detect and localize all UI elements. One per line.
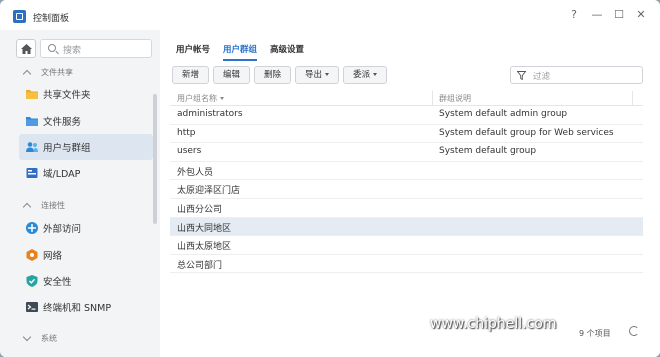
chevron-down-icon	[22, 332, 32, 342]
table-row[interactable]: administrators System default admin group	[170, 106, 643, 125]
sidebar-search-input[interactable]: 搜索	[40, 39, 152, 58]
domain-ldap-icon	[25, 166, 39, 180]
column-divider[interactable]	[632, 91, 633, 106]
chevron-up-icon	[22, 202, 32, 212]
chevron-up-icon	[22, 69, 32, 79]
column-divider[interactable]	[432, 91, 433, 106]
control-panel-app-icon	[13, 10, 26, 23]
group-name-cell: 山西太原地区	[177, 242, 232, 253]
file-services-icon	[25, 114, 39, 128]
export-button[interactable]: 导出	[295, 66, 340, 84]
group-name-cell: administrators	[177, 109, 243, 119]
caret-down-icon	[373, 73, 378, 76]
sidebar-item-label: 共享文件夹	[43, 90, 91, 101]
edit-button[interactable]: 编辑	[213, 66, 251, 84]
shared-folder-icon	[25, 87, 39, 101]
sidebar-item-network[interactable]: 网络	[19, 242, 153, 268]
table-row[interactable]: 山西分公司	[170, 199, 643, 218]
sidebar-item-label: 网络	[43, 251, 63, 262]
toolbar: 新增 编辑 删除 导出 委派	[172, 66, 391, 84]
sidebar-item-security[interactable]: 安全性	[19, 268, 153, 294]
delegate-button[interactable]: 委派	[343, 66, 388, 84]
table-row[interactable]: 外包人员	[170, 162, 643, 181]
terminal-icon	[25, 300, 39, 314]
maximize-button[interactable]: ☐	[612, 8, 626, 22]
export-label: 导出	[305, 70, 323, 80]
sidebar-item-shared-folder[interactable]: 共享文件夹	[19, 81, 153, 107]
group-name-cell: 总公司部门	[177, 260, 223, 271]
section-label: 文件共享	[41, 68, 73, 77]
search-icon	[48, 44, 56, 52]
sort-caret-icon	[220, 97, 224, 100]
delegate-label: 委派	[353, 70, 371, 80]
title-bar: 控制面板 ? — ☐ ✕	[0, 0, 660, 30]
sidebar-item-label: 用户与群组	[43, 143, 91, 154]
users-groups-icon	[25, 140, 39, 154]
create-button[interactable]: 新增	[172, 66, 210, 84]
item-count: 9 个项目	[579, 329, 611, 338]
group-description-cell: System default group for Web services	[439, 127, 614, 138]
security-shield-icon	[25, 274, 39, 288]
group-name-cell: 外包人员	[177, 167, 214, 178]
sidebar-item-label: 安全性	[43, 277, 72, 288]
tab-user-groups[interactable]: 用户群组	[223, 43, 258, 61]
network-icon	[25, 248, 39, 262]
sidebar-scrollbar[interactable]	[153, 94, 157, 224]
group-name-cell: http	[177, 127, 196, 138]
watermark-text: www.chiphell.com	[430, 316, 557, 332]
sidebar-item-label: 文件服务	[43, 117, 82, 128]
filter-placeholder: 过滤	[533, 72, 551, 82]
group-name-cell: users	[177, 146, 202, 157]
group-description-cell: System default group	[439, 146, 537, 157]
sidebar-item-label: 终端机和 SNMP	[43, 303, 112, 314]
close-button[interactable]: ✕	[634, 8, 648, 22]
section-label: 系统	[41, 334, 57, 343]
sidebar-item-file-services[interactable]: 文件服务	[19, 108, 153, 134]
table-row[interactable]: 太原迎泽区门店	[170, 180, 643, 199]
external-access-icon	[25, 221, 39, 235]
column-header-group-name[interactable]: 用户组名称	[177, 93, 224, 104]
section-system[interactable]: 系统	[22, 332, 57, 344]
caret-down-icon	[325, 73, 330, 76]
window-title: 控制面板	[33, 14, 70, 24]
help-button[interactable]: ?	[567, 8, 581, 22]
group-name-cell: 太原迎泽区门店	[177, 186, 241, 197]
home-button[interactable]	[16, 39, 36, 58]
tab-advanced-settings[interactable]: 高级设置	[270, 43, 304, 55]
sidebar-item-users-groups[interactable]: 用户与群组	[19, 134, 153, 160]
delete-button[interactable]: 删除	[254, 66, 292, 84]
group-name-cell: 山西分公司	[177, 204, 223, 215]
table-row[interactable]: users System default group	[170, 143, 643, 162]
table-row[interactable]: http System default group for Web service…	[170, 125, 643, 144]
column-label: 用户组名称	[177, 94, 217, 103]
column-header-description[interactable]: 群组说明	[439, 93, 471, 104]
sidebar-item-external-access[interactable]: 外部访问	[19, 215, 153, 241]
sidebar-item-label: 域/LDAP	[43, 169, 81, 180]
sidebar-item-terminal-snmp[interactable]: 终端机和 SNMP	[19, 294, 153, 320]
control-panel-window: 控制面板 ? — ☐ ✕ 搜索 文件共享 共享文件夹 文件服务 用户与群组 域/…	[0, 0, 660, 357]
group-name-cell: 山西大同地区	[177, 223, 232, 234]
home-icon	[20, 43, 32, 54]
table-header: 用户组名称 群组说明	[170, 91, 643, 106]
section-connectivity[interactable]: 连接性	[22, 200, 65, 212]
filter-funnel-icon	[517, 71, 526, 80]
section-file-sharing[interactable]: 文件共享	[22, 67, 73, 79]
sidebar-item-domain-ldap[interactable]: 域/LDAP	[19, 160, 153, 186]
tab-user-accounts[interactable]: 用户帐号	[176, 43, 210, 55]
filter-input[interactable]: 过滤	[510, 66, 643, 84]
minimize-button[interactable]: —	[590, 8, 604, 22]
sidebar: 搜索 文件共享 共享文件夹 文件服务 用户与群组 域/LDAP 连接性 外部访问…	[0, 30, 160, 357]
group-description-cell: System default admin group	[439, 109, 568, 119]
section-label: 连接性	[41, 201, 65, 210]
watermark-logo	[555, 228, 655, 328]
search-placeholder: 搜索	[63, 46, 82, 56]
tab-bar: 用户帐号 用户群组 高级设置	[176, 43, 317, 61]
sidebar-item-label: 外部访问	[43, 224, 82, 235]
